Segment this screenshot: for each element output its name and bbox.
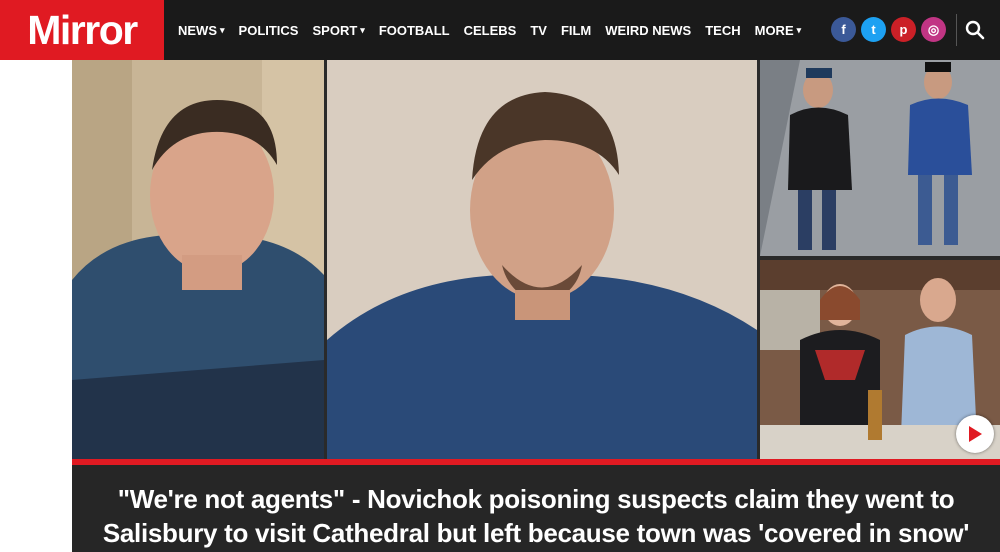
search-icon[interactable] xyxy=(963,18,987,42)
nav-label: POLITICS xyxy=(238,22,299,38)
nav-weird-news[interactable]: WEIRD NEWS xyxy=(605,23,691,38)
nav-sport[interactable]: SPORT ▾ xyxy=(312,23,364,38)
nav-label: WEIRD NEWS xyxy=(605,22,692,38)
twitter-icon[interactable]: t xyxy=(861,17,886,42)
nav-label: FILM xyxy=(560,22,592,38)
instagram-icon[interactable]: ◎ xyxy=(921,17,946,42)
main-nav: NEWS ▾ POLITICS SPORT ▾ FOOTBALL CELEBS TV… xyxy=(178,0,815,60)
nav-label: NEWS xyxy=(178,22,217,38)
suspect-portrait-center xyxy=(327,60,757,460)
hero-image[interactable] xyxy=(72,60,1000,460)
nav-label: TECH xyxy=(705,22,741,38)
headline-box[interactable]: "We're not agents" - Novichok poisoning … xyxy=(72,465,1000,552)
nav-tv[interactable]: TV xyxy=(530,23,547,38)
pinterest-icon[interactable]: p xyxy=(891,17,916,42)
play-icon[interactable] xyxy=(956,415,994,453)
nav-label: CELEBS xyxy=(463,22,517,38)
nav-more[interactable]: MORE ▾ xyxy=(755,23,802,38)
nav-film[interactable]: FILM xyxy=(561,23,591,38)
nav-politics[interactable]: POLITICS xyxy=(239,23,299,38)
facebook-icon[interactable]: f xyxy=(831,17,856,42)
chevron-down-icon: ▾ xyxy=(360,24,365,35)
nav-football[interactable]: FOOTBALL xyxy=(379,23,450,38)
nav-celebs[interactable]: CELEBS xyxy=(464,23,517,38)
chevron-down-icon: ▾ xyxy=(220,24,225,35)
nav-label: FOOTBALL xyxy=(378,22,450,38)
nav-label: MORE xyxy=(754,22,794,38)
nav-news[interactable]: NEWS ▾ xyxy=(178,23,225,38)
header-divider xyxy=(956,14,957,46)
mirror-logo[interactable]: Mirror xyxy=(0,0,164,60)
nav-tech[interactable]: TECH xyxy=(705,23,740,38)
headline-line-1: "We're not agents" - Novichok poisoning … xyxy=(117,484,955,514)
nav-label: TV xyxy=(530,22,547,38)
cctv-street-photo xyxy=(760,60,1000,256)
site-header: Mirror NEWS ▾ POLITICS SPORT ▾ FOOTBALL CE… xyxy=(0,0,1000,60)
article-headline[interactable]: "We're not agents" - Novichok poisoning … xyxy=(72,482,1000,550)
chevron-down-icon: ▾ xyxy=(796,24,802,35)
headline-line-2: Salisbury to visit Cathedral but left be… xyxy=(102,518,970,548)
social-links: f t p ◎ xyxy=(831,17,951,42)
nav-label: SPORT xyxy=(312,22,358,38)
suspect-portrait-left xyxy=(72,60,324,460)
